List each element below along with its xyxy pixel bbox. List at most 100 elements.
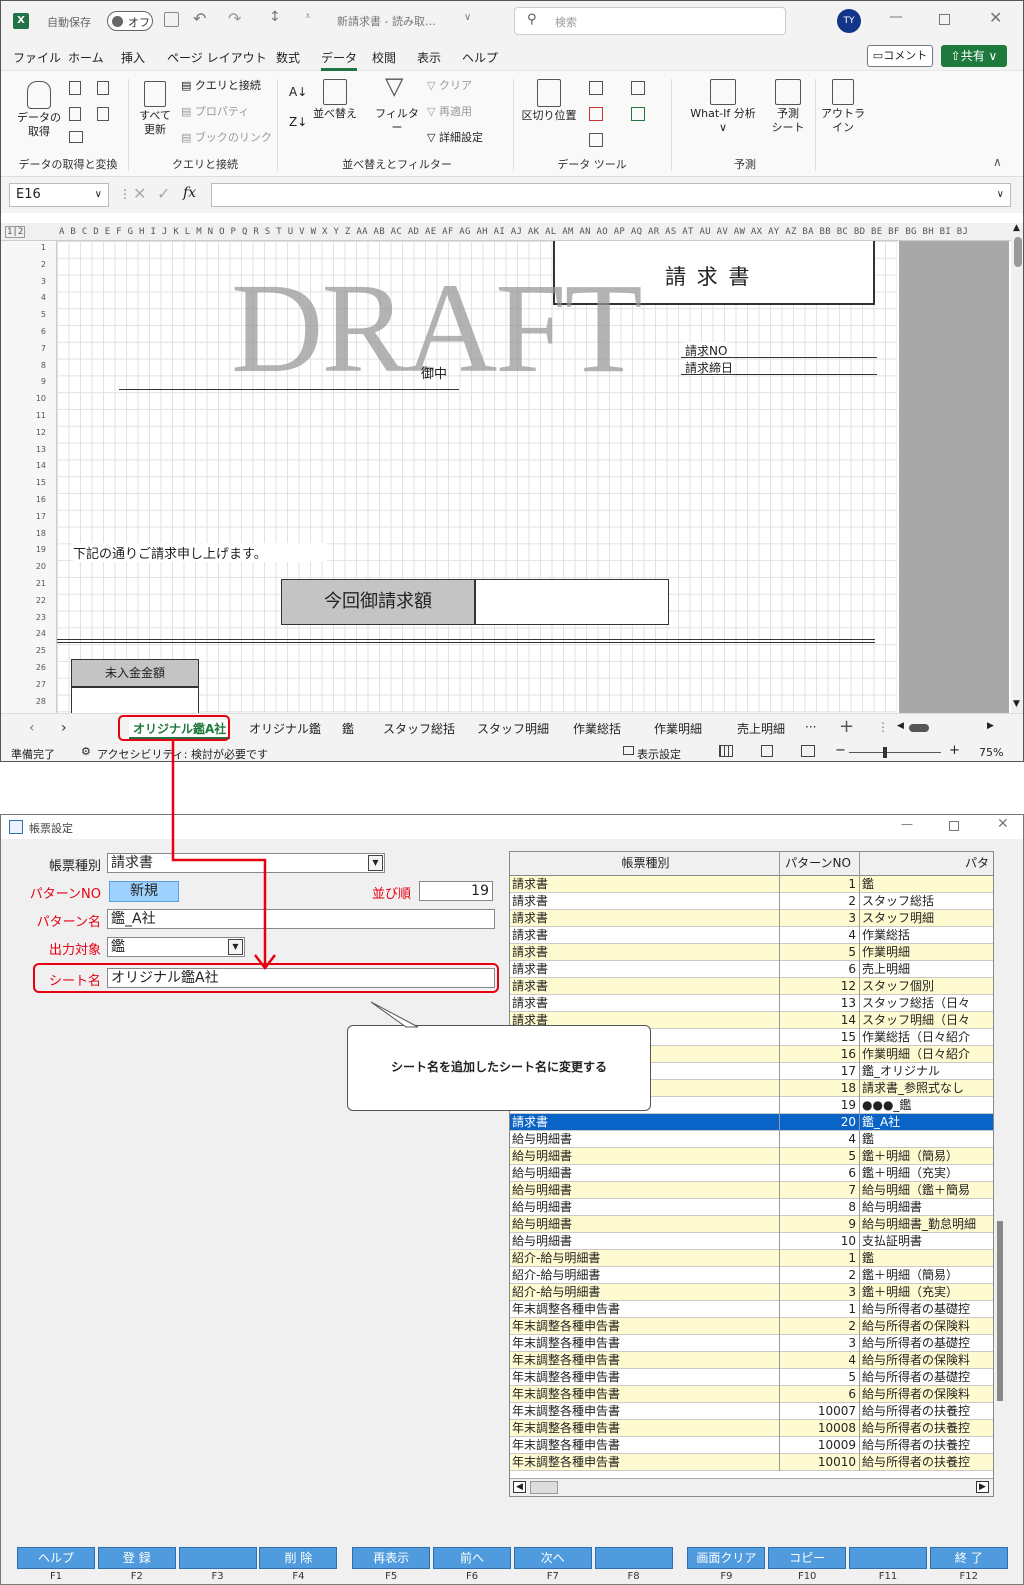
table-row[interactable]: 給与明細書 10 支払証明書 — [510, 1233, 993, 1250]
row-number[interactable]: 22 — [26, 596, 46, 605]
sheet-tab-staff-detail[interactable]: スタッフ明細 — [477, 720, 549, 737]
unpaid-value-box[interactable] — [71, 687, 199, 713]
row-number[interactable]: 15 — [26, 478, 46, 487]
table-row[interactable]: 年末調整各種申告書 10007 給与所得者の扶養控 — [510, 1403, 993, 1420]
scroll-right-icon[interactable]: ▶ — [976, 1481, 989, 1493]
row-number[interactable]: 18 — [26, 529, 46, 538]
row-number[interactable]: 24 — [26, 629, 46, 638]
menu-view[interactable]: 表示 — [417, 49, 441, 66]
row-number[interactable]: 10 — [26, 394, 46, 403]
fkey-button-f5[interactable]: 再表示 — [352, 1547, 431, 1569]
table-row[interactable]: 年末調整各種申告書 10010 給与所得者の扶養控 — [510, 1454, 993, 1471]
row-number[interactable]: 21 — [26, 579, 46, 588]
table-row[interactable]: 紹介-給与明細書 2 鑑＋明細（簡易） — [510, 1267, 993, 1284]
advanced-button[interactable]: ▽ 詳細設定 — [427, 131, 483, 145]
pattern-table[interactable]: 帳票種別 パターンNO パタ 請求書 1 鑑請求書 2 スタッフ総括 請求書 3 スタッフ明細… — [509, 851, 994, 1497]
existing-connections-icon[interactable] — [69, 131, 83, 143]
zoom-in-icon[interactable]: + — [949, 743, 960, 758]
row-number[interactable]: 26 — [26, 663, 46, 672]
header-pattern-name[interactable]: パタ — [860, 852, 993, 876]
table-row[interactable]: 請求書 20 鑑_A社 — [510, 1114, 993, 1131]
comment-button[interactable]: ▭コメント — [867, 45, 933, 67]
remove-duplicates-icon[interactable] — [589, 107, 603, 121]
from-text-icon[interactable] — [69, 81, 81, 95]
table-row[interactable]: 給与明細書 4 鑑 — [510, 1131, 993, 1148]
table-row[interactable]: 請求書 6 売上明細 — [510, 961, 993, 978]
horizontal-scrollbar[interactable]: ◀ ▶ — [510, 1478, 993, 1496]
text-to-columns-button[interactable]: 区切り位置 — [521, 79, 577, 123]
close-icon[interactable]: ✕ — [989, 8, 1002, 27]
table-row[interactable]: 請求書 2 スタッフ総括 — [510, 893, 993, 910]
table-row[interactable]: 給与明細書 5 鑑＋明細（簡易） — [510, 1148, 993, 1165]
vertical-scrollbar[interactable] — [995, 851, 1005, 1497]
zoom-level[interactable]: 75% — [979, 746, 1003, 759]
menu-formulas[interactable]: 数式 — [276, 49, 300, 66]
table-row[interactable]: 請求書 12 スタッフ個別 — [510, 978, 993, 995]
row-number[interactable]: 5 — [26, 310, 46, 319]
recent-sources-icon[interactable] — [97, 107, 109, 121]
fkey-button-f9[interactable]: 画面クリア — [687, 1547, 766, 1569]
row-number[interactable]: 25 — [26, 646, 46, 655]
amount-value-box[interactable] — [475, 579, 669, 625]
data-validation-icon[interactable] — [589, 133, 603, 147]
fkey-button-f7[interactable]: 次へ — [513, 1547, 592, 1569]
table-row[interactable]: 請求書 4 作業総括 — [510, 927, 993, 944]
share-button[interactable]: ⇧共有 ∨ — [941, 45, 1007, 67]
scroll-thumb[interactable] — [530, 1481, 558, 1494]
row-number[interactable]: 23 — [26, 613, 46, 622]
table-row[interactable]: 年末調整各種申告書 1 給与所得者の基礎控 — [510, 1301, 993, 1318]
row-number[interactable]: 17 — [26, 512, 46, 521]
table-row[interactable]: 年末調整各種申告書 4 給与所得者の保険料 — [510, 1352, 993, 1369]
menu-review[interactable]: 校閲 — [372, 49, 396, 66]
scroll-up-icon[interactable]: ▲ — [1013, 223, 1020, 233]
sheet-tab-staff-summary[interactable]: スタッフ総括 — [383, 720, 455, 737]
menu-help[interactable]: ヘルプ — [462, 49, 498, 66]
cell-area[interactable]: 請 求 書 DRAFT 請求NO 請求締日 御中 下記の通りご請求申し上げます。… — [57, 241, 897, 713]
hscroll-left-icon[interactable]: ◀ — [897, 721, 904, 731]
maximize-icon[interactable] — [939, 14, 950, 25]
normal-view-icon[interactable] — [719, 745, 733, 757]
row-number[interactable]: 11 — [26, 411, 46, 420]
menu-file[interactable]: ファイル — [13, 49, 61, 66]
hscroll-right-icon[interactable]: ▶ — [987, 721, 994, 731]
from-table-icon[interactable] — [69, 107, 81, 121]
table-row[interactable]: 給与明細書 7 給与明細（鑑＋簡易 — [510, 1182, 993, 1199]
table-row[interactable]: 給与明細書 6 鑑＋明細（充実） — [510, 1165, 993, 1182]
forecast-sheet-button[interactable]: 予測 シート — [767, 79, 809, 135]
table-row[interactable]: 年末調整各種申告書 10009 給与所得者の扶養控 — [510, 1437, 993, 1454]
tab-prev-icon[interactable]: ‹ — [29, 720, 35, 736]
data-model-icon[interactable] — [631, 107, 645, 121]
table-row[interactable]: 給与明細書 8 給与明細書 — [510, 1199, 993, 1216]
insert-function-icon[interactable]: fx — [183, 185, 196, 201]
sheet-tab-sales-detail[interactable]: 売上明細 — [737, 720, 785, 737]
close-icon[interactable]: ✕ — [997, 816, 1009, 832]
search-box[interactable]: ⚲ 検索 — [514, 7, 786, 35]
fkey-button-f8[interactable] — [594, 1547, 673, 1569]
redo-icon[interactable]: ↷ — [228, 9, 241, 28]
qat-customize-icon[interactable]: ⩡ — [305, 11, 311, 22]
header-form-type[interactable]: 帳票種別 — [510, 852, 780, 876]
table-row[interactable]: 請求書 5 作業明細 — [510, 944, 993, 961]
sort-asc-icon[interactable]: A↓ — [289, 85, 307, 99]
menu-insert[interactable]: 挿入 — [121, 49, 145, 66]
outline-level-buttons[interactable]: 1|2 — [5, 226, 26, 238]
row-number[interactable]: 20 — [26, 562, 46, 571]
queries-connections-button[interactable]: ▤ クエリと接続 — [181, 79, 261, 93]
menu-page-layout[interactable]: ページ レイアウト — [167, 49, 267, 66]
fkey-button-f1[interactable]: ヘルプ — [17, 1547, 95, 1569]
table-row[interactable]: 年末調整各種申告書 10008 給与所得者の扶養控 — [510, 1420, 993, 1437]
row-number[interactable]: 6 — [26, 327, 46, 336]
vertical-scrollbar[interactable]: ▲ ▼ — [1011, 223, 1023, 713]
tab-next-icon[interactable]: › — [61, 720, 67, 736]
minimize-icon[interactable]: — — [889, 9, 903, 25]
row-number[interactable]: 14 — [26, 461, 46, 470]
document-title[interactable]: 新請求書 - 読み取… — [337, 13, 436, 29]
hscroll-thumb[interactable] — [909, 724, 929, 732]
output-target-select[interactable]: 鑑 ▼ — [107, 937, 245, 957]
fkey-button-f10[interactable]: コピー — [768, 1547, 847, 1569]
what-if-button[interactable]: What-If 分析 ∨ — [683, 79, 763, 135]
from-web-icon[interactable] — [97, 81, 109, 95]
sheet-tab-work-summary[interactable]: 作業総括 — [573, 720, 621, 737]
fkey-button-f4[interactable]: 削 除 — [259, 1547, 338, 1569]
scroll-thumb[interactable] — [997, 1221, 1003, 1401]
